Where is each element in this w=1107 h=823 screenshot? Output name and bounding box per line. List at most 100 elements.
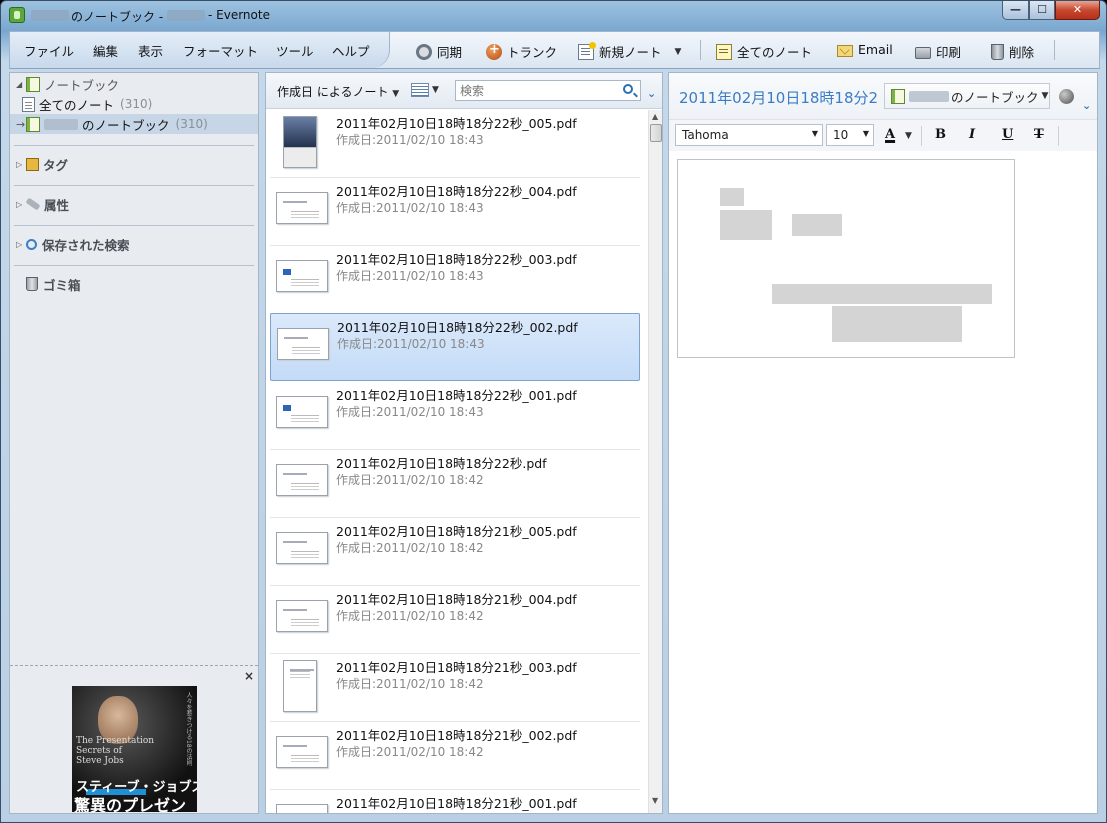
sidebar-item-trash[interactable]: ゴミ箱 — [10, 274, 258, 294]
font-color-button[interactable]: A — [885, 127, 895, 142]
scroll-down-icon[interactable]: ▼ — [652, 796, 658, 805]
notebook-label: のノートブック — [82, 117, 170, 133]
toolbar-separator — [700, 40, 701, 60]
menu-tools[interactable]: ツール — [276, 41, 314, 60]
menu-file[interactable]: ファイル — [24, 41, 74, 60]
all-notes-label: 全てのノート — [39, 97, 115, 113]
chevron-down-icon: ▼ — [862, 129, 869, 138]
view-mode-button[interactable]: ▼ — [411, 83, 439, 97]
redacted-notebook-owner — [909, 90, 949, 102]
minimize-button[interactable]: — — [1002, 1, 1029, 20]
print-button[interactable]: 印刷 — [915, 42, 961, 61]
sidebar-item-all-notes[interactable]: 全てのノート (310) — [10, 94, 258, 114]
note-list-item[interactable]: 2011年02月10日18時18分21秒_003.pdf 作成日:2011/02/… — [270, 654, 640, 722]
sync-label: 同期 — [437, 45, 463, 60]
note-list-item[interactable]: 2011年02月10日18時18分21秒_001.pdf — [270, 790, 640, 813]
notebook-selector[interactable]: のノートブック ▼ — [884, 83, 1050, 109]
menu-view[interactable]: 表示 — [138, 41, 163, 60]
note-created-date: 作成日:2011/02/10 18:43 — [336, 133, 484, 147]
globe-icon[interactable] — [1059, 89, 1074, 104]
note-list-item[interactable]: 2011年02月10日18時18分21秒_004.pdf 作成日:2011/02/… — [270, 586, 640, 654]
font-size-select[interactable]: 10 ▼ — [826, 124, 874, 146]
delete-label: 削除 — [1009, 45, 1035, 60]
menu-edit[interactable]: 編集 — [93, 41, 118, 60]
notebooks-label: ノートブック — [44, 77, 120, 93]
note-list-item[interactable]: 2011年02月10日18時18分21秒_002.pdf 作成日:2011/02/… — [270, 722, 640, 790]
attributes-icon — [25, 197, 41, 211]
note-list-item[interactable]: 2011年02月10日18時18分22秒_002.pdf 作成日:2011/02/… — [270, 313, 640, 381]
note-list-pane: 作成日 によるノート ▼ ▼ ⌄ 2011年02月10日18時18分22秒_00… — [265, 72, 663, 814]
note-thumbnail — [283, 116, 317, 168]
note-list-item[interactable]: 2011年02月10日18時18分22秒_001.pdf 作成日:2011/02/… — [270, 382, 640, 450]
note-created-date: 作成日:2011/02/10 18:43 — [336, 201, 484, 215]
ad-side-text: 人々を惹きつける18の法則 — [185, 692, 192, 766]
thumbnail-line — [283, 541, 307, 543]
note-thumbnail — [276, 736, 328, 768]
expand-chevron-icon[interactable]: ⌄ — [1082, 99, 1091, 112]
business-card-image[interactable] — [677, 159, 1015, 358]
notebook-icon — [891, 88, 905, 104]
expand-triangle-icon[interactable]: ▷ — [16, 200, 26, 209]
email-button[interactable]: Email — [837, 42, 893, 57]
chevron-down-icon[interactable]: ▼ — [905, 131, 912, 141]
note-list-scrollbar[interactable]: ▲ ▼ — [648, 110, 662, 813]
bold-button[interactable]: B — [935, 127, 946, 142]
toolbar-separator — [1054, 40, 1055, 60]
trash-icon — [26, 277, 38, 291]
note-list-item[interactable]: 2011年02月10日18時18分22秒_003.pdf 作成日:2011/02/… — [270, 246, 640, 314]
note-title: 2011年02月10日18時18分22秒_002.pdf — [337, 320, 578, 335]
font-family-select[interactable]: Tahoma ▼ — [675, 124, 823, 146]
underline-button[interactable]: U — [1002, 127, 1013, 142]
scrollbar-thumb[interactable] — [650, 124, 662, 142]
menu-help[interactable]: ヘルプ — [332, 41, 370, 60]
expand-triangle-icon[interactable]: ▷ — [16, 160, 26, 169]
trunk-button[interactable]: トランク — [486, 42, 557, 61]
note-title-field[interactable]: 2011年02月10日18時18分22秒_002.pdf — [679, 87, 877, 108]
pixelated-text — [720, 188, 744, 206]
scroll-up-icon[interactable]: ▲ — [652, 112, 658, 121]
new-note-dropdown-icon[interactable]: ▼ — [675, 47, 682, 57]
attributes-label: 属性 — [44, 197, 70, 213]
note-search-box[interactable] — [455, 80, 641, 101]
close-ad-icon[interactable]: × — [244, 669, 254, 683]
ad-english-title: The Presentation Secrets of Steve Jobs — [76, 736, 155, 766]
new-note-label: 新規ノート — [599, 45, 662, 60]
book-ad-image[interactable]: 人々を惹きつける18の法則 The Presentation Secrets o… — [72, 686, 197, 812]
sort-dropdown[interactable]: 作成日 によるノート ▼ — [277, 83, 399, 100]
delete-button[interactable]: 削除 — [991, 42, 1034, 61]
evernote-app-icon[interactable] — [9, 7, 25, 23]
sidebar-item-saved-searches[interactable]: ▷ 保存された検索 — [10, 234, 258, 254]
close-button[interactable]: ✕ — [1055, 1, 1100, 20]
sidebar-item-tags[interactable]: ▷ タグ — [10, 154, 258, 174]
menu-format[interactable]: フォーマット — [183, 41, 258, 60]
notebooks-header[interactable]: ◢ ノートブック — [10, 74, 258, 94]
search-icon[interactable] — [623, 84, 633, 94]
search-input[interactable] — [456, 81, 606, 100]
chevron-down-icon: ▼ — [811, 129, 818, 138]
saved-search-icon — [26, 238, 37, 250]
expand-triangle-icon[interactable]: ▷ — [16, 240, 26, 249]
pixelated-text — [832, 306, 962, 342]
thumbnail-line — [291, 483, 319, 484]
note-list-item[interactable]: 2011年02月10日18時18分21秒_005.pdf 作成日:2011/02/… — [270, 518, 640, 586]
sidebar-item-attributes[interactable]: ▷ 属性 — [10, 194, 258, 214]
printer-icon — [915, 47, 931, 59]
note-list-item[interactable]: 2011年02月10日18時18分22秒_005.pdf 作成日:2011/02/… — [270, 110, 640, 178]
note-list-item[interactable]: 2011年02月10日18時18分22秒_004.pdf 作成日:2011/02/… — [270, 178, 640, 246]
sort-label: 作成日 によるノート — [277, 85, 389, 99]
new-note-button[interactable]: 新規ノート ▼ — [578, 41, 682, 61]
all-notes-count: (310) — [120, 97, 153, 111]
menu-bar: ファイル 編集 表示 フォーマット ツール ヘルプ — [10, 32, 390, 68]
expand-chevron-icon[interactable]: ⌄ — [647, 87, 656, 100]
sidebar-item-notebook[interactable]: → のノートブック (310) — [10, 114, 258, 134]
notebook-icon — [26, 116, 40, 132]
strikethrough-button[interactable]: T — [1034, 127, 1044, 142]
collapse-triangle-icon[interactable]: ◢ — [16, 80, 26, 89]
sync-button[interactable]: 同期 — [416, 42, 462, 61]
maximize-button[interactable]: ☐ — [1029, 1, 1055, 20]
italic-button[interactable]: I — [969, 127, 975, 142]
note-list-item[interactable]: 2011年02月10日18時18分22秒.pdf 作成日:2011/02/10 1… — [270, 450, 640, 518]
toolbar-separator — [1058, 126, 1059, 146]
all-notes-button[interactable]: 全てのノート — [716, 42, 812, 61]
trunk-label: トランク — [507, 45, 558, 60]
